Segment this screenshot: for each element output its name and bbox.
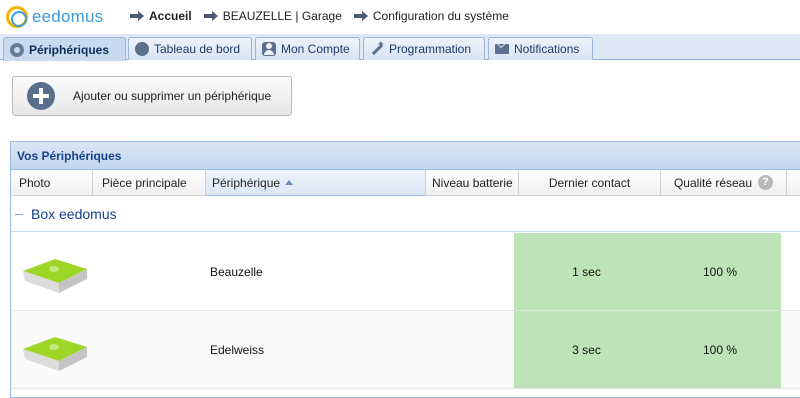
sort-ascending-icon xyxy=(285,180,294,185)
column-header-spacer xyxy=(787,170,800,196)
breadcrumb-label: Accueil xyxy=(149,9,192,23)
breadcrumb-label: BEAUZELLE | Garage xyxy=(222,9,342,23)
add-remove-device-button[interactable]: Ajouter ou supprimer un périphérique xyxy=(12,76,292,116)
column-label: Niveau batterie xyxy=(432,175,513,190)
panel-title: Vos Périphériques xyxy=(11,142,800,170)
device-name: Edelweiss xyxy=(210,343,265,357)
gauge-icon xyxy=(135,42,149,56)
breadcrumb-system-config[interactable]: Configuration du système xyxy=(353,9,509,23)
arrow-right-icon xyxy=(130,11,144,21)
main-tabs: Périphériques Tableau de bord Mon Compte… xyxy=(0,34,800,61)
mail-icon xyxy=(495,44,509,54)
top-bar: eedomus Accueil BEAUZELLE | Garage Confi… xyxy=(0,0,800,34)
tab-notifications[interactable]: Notifications xyxy=(488,37,593,60)
network-quality-value: 100 % xyxy=(702,342,738,357)
arrow-right-icon xyxy=(203,11,218,21)
logo-text: eedomus xyxy=(32,7,104,26)
tab-tableau-de-bord[interactable]: Tableau de bord xyxy=(128,37,252,60)
group-label: Box eedomus xyxy=(31,206,117,222)
devices-panel: Vos Périphériques Photo Pièce principale… xyxy=(10,141,800,398)
group-header-box-eedomus[interactable]: Box eedomus xyxy=(11,197,800,232)
arrow-right-icon xyxy=(353,11,368,21)
table-row[interactable]: Edelweiss 3 sec 100 % xyxy=(11,311,800,389)
gear-icon xyxy=(10,42,24,57)
wand-icon xyxy=(370,39,385,56)
column-header-device[interactable]: Périphérique xyxy=(206,170,426,196)
help-icon[interactable]: ? xyxy=(758,175,774,190)
breadcrumb-home[interactable]: Accueil xyxy=(130,9,192,23)
plus-icon xyxy=(27,82,55,110)
column-label: Dernier contact xyxy=(548,175,631,190)
logo-ring-icon xyxy=(6,6,28,28)
tab-label: Notifications xyxy=(514,42,580,56)
eedomus-box-image xyxy=(23,337,87,371)
tab-label: Tableau de bord xyxy=(154,42,241,56)
tab-label: Programmation xyxy=(389,42,472,56)
device-name: Beauzelle xyxy=(210,265,263,279)
column-header-room[interactable]: Pièce principale xyxy=(93,170,206,196)
column-label: Photo xyxy=(19,175,51,190)
tab-label: Mon Compte xyxy=(281,42,350,56)
column-label: Qualité réseau xyxy=(673,175,753,190)
breadcrumb: Accueil BEAUZELLE | Garage Configuration… xyxy=(130,9,521,23)
column-label: Périphérique xyxy=(212,175,281,190)
column-label: Pièce principale xyxy=(102,175,187,190)
column-header-photo[interactable]: Photo xyxy=(11,170,93,196)
eedomus-logo[interactable]: eedomus xyxy=(6,5,103,29)
add-remove-device-label: Ajouter ou supprimer un périphérique xyxy=(73,89,272,103)
last-contact-value: 1 sec xyxy=(572,264,601,279)
network-quality-value: 100 % xyxy=(702,264,738,279)
status-cell: 3 sec 100 % xyxy=(514,311,781,388)
tab-label: Périphériques xyxy=(29,42,110,57)
eedomus-box-image xyxy=(23,259,87,293)
column-header-network-quality[interactable]: Qualité réseau ? xyxy=(661,170,787,196)
breadcrumb-label: Configuration du système xyxy=(372,9,509,23)
breadcrumb-garage[interactable]: BEAUZELLE | Garage xyxy=(203,9,342,23)
tab-programmation[interactable]: Programmation xyxy=(363,37,485,60)
tab-peripheriques[interactable]: Périphériques xyxy=(3,37,126,61)
table-row[interactable]: Beauzelle 1 sec 100 % xyxy=(11,233,800,311)
status-cell: 1 sec 100 % xyxy=(514,233,781,310)
column-header-last-contact[interactable]: Dernier contact xyxy=(519,170,661,196)
column-header-battery[interactable]: Niveau batterie xyxy=(426,170,519,196)
user-icon xyxy=(262,42,276,56)
collapse-icon[interactable] xyxy=(15,213,23,215)
tab-mon-compte[interactable]: Mon Compte xyxy=(255,37,360,60)
last-contact-value: 3 sec xyxy=(572,342,601,357)
